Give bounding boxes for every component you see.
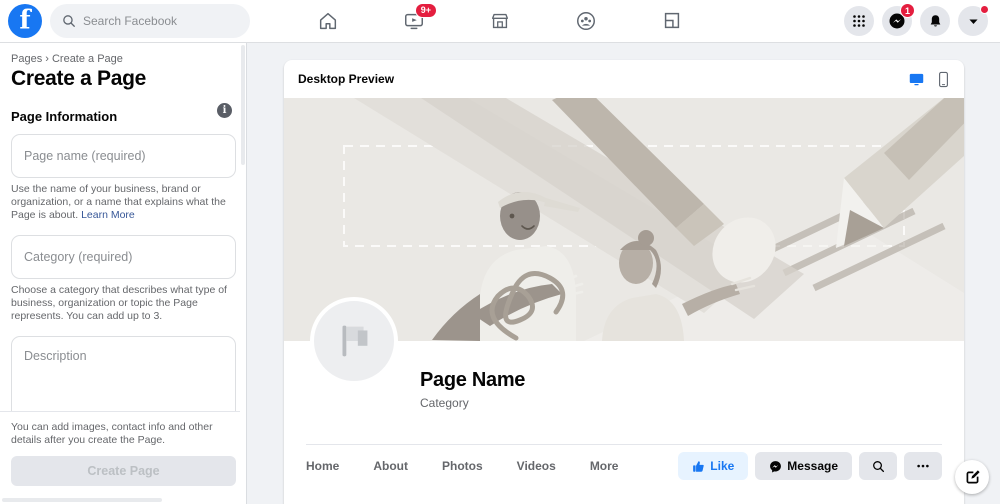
preview-page-category: Category	[420, 396, 469, 410]
cover-photo-placeholder[interactable]	[284, 98, 964, 341]
page-name-placeholder: Page name (required)	[24, 149, 146, 163]
desktop-preview-card: Desktop Preview Page Name Category Home …	[284, 60, 964, 504]
gaming-icon	[664, 12, 680, 29]
create-page-button[interactable]: Create Page	[11, 456, 236, 486]
search-input[interactable]: Search Facebook	[50, 4, 250, 38]
nav-watch[interactable]: 9+	[389, 1, 439, 41]
category-placeholder: Category (required)	[24, 250, 133, 264]
nav-groups[interactable]	[561, 1, 611, 41]
tab-videos[interactable]: Videos	[517, 459, 556, 473]
like-button-label: Like	[710, 459, 735, 473]
preview-page-name: Page Name	[420, 369, 526, 391]
category-input[interactable]: Category (required)	[11, 235, 236, 279]
facebook-create-page-screen: f Search Facebook 9+ 1 Pages › Create a …	[0, 0, 1000, 504]
menu-button[interactable]	[844, 6, 874, 36]
topbar-left: f Search Facebook	[0, 4, 250, 38]
preview-header: Desktop Preview	[284, 60, 964, 98]
notifications-button[interactable]	[920, 6, 950, 36]
grid-menu-icon	[853, 15, 865, 27]
message-button[interactable]: Message	[755, 452, 852, 480]
topbar-nav: 9+	[285, 0, 715, 43]
sidebar-horizontal-scroll-thumb[interactable]	[2, 498, 162, 502]
chevron-down-icon	[968, 18, 978, 24]
thumbs-up-icon	[693, 460, 705, 472]
compose-icon	[966, 469, 980, 483]
create-page-sidebar: Pages › Create a Page Create a Page Page…	[0, 43, 247, 504]
desktop-icon[interactable]	[908, 71, 925, 88]
search-placeholder: Search Facebook	[83, 14, 178, 28]
preview-area: Desktop Preview Page Name Category Home …	[247, 43, 1000, 504]
search-icon	[872, 460, 884, 472]
page-name-learn-more-link[interactable]: Learn More	[81, 209, 135, 221]
messenger-button[interactable]: 1	[882, 3, 915, 36]
store-icon	[491, 13, 509, 29]
facebook-logo[interactable]: f	[8, 4, 42, 38]
category-helper: Choose a category that describes what ty…	[11, 284, 239, 323]
preview-device-toggle	[908, 71, 950, 88]
nav-home[interactable]	[303, 1, 353, 41]
category-helper-text: Choose a category that describes what ty…	[11, 284, 227, 322]
info-icon[interactable]: i	[217, 103, 232, 118]
bell-icon	[930, 14, 940, 26]
compose-button[interactable]	[955, 460, 989, 494]
nav-marketplace[interactable]	[475, 1, 525, 41]
tab-more[interactable]: More	[590, 459, 619, 473]
sidebar-vertical-scroll-thumb[interactable]	[241, 45, 245, 165]
search-page-button[interactable]	[859, 452, 897, 480]
message-button-label: Message	[787, 459, 838, 473]
search-icon	[63, 15, 75, 27]
preview-title: Desktop Preview	[298, 72, 395, 86]
page-name-input[interactable]: Page name (required)	[11, 134, 236, 178]
flag-icon	[342, 325, 368, 357]
page-name-helper: Use the name of your business, brand or …	[11, 183, 239, 222]
tab-about[interactable]: About	[373, 459, 408, 473]
cover-illustration	[284, 98, 964, 341]
account-button[interactable]	[958, 5, 989, 36]
home-icon	[319, 12, 337, 30]
section-label-page-information: Page Information	[11, 109, 118, 124]
preview-action-buttons: Like Message	[678, 452, 942, 480]
more-options-button[interactable]	[904, 452, 942, 480]
mobile-icon[interactable]	[937, 71, 950, 88]
account-badge-dot	[980, 5, 989, 14]
page-title: Create a Page	[11, 67, 147, 90]
breadcrumb[interactable]: Pages › Create a Page	[11, 53, 229, 65]
messenger-icon	[770, 460, 782, 472]
messenger-badge: 1	[900, 3, 915, 18]
page-identity: Page Name Category	[284, 297, 964, 445]
ellipsis-icon	[917, 464, 929, 468]
page-identity-text: Page Name Category	[420, 369, 525, 410]
tab-home[interactable]: Home	[306, 459, 339, 473]
sidebar-vertical-scrollbar[interactable]	[240, 43, 246, 496]
sidebar-footer: You can add images, contact info and oth…	[0, 411, 240, 496]
footer-note: You can add images, contact info and oth…	[11, 421, 213, 446]
tab-photos[interactable]: Photos	[442, 459, 483, 473]
like-button[interactable]: Like	[678, 452, 749, 480]
avatar[interactable]	[310, 297, 398, 385]
facebook-logo-glyph: f	[19, 5, 31, 36]
sidebar-content: Pages › Create a Page Create a Page Page…	[0, 43, 240, 420]
nav-gaming[interactable]	[647, 1, 697, 41]
top-navigation-bar: f Search Facebook 9+ 1	[0, 0, 1000, 43]
watch-badge: 9+	[414, 3, 437, 18]
topbar-right: 1	[844, 3, 1000, 36]
description-placeholder: Description	[24, 349, 87, 363]
description-input[interactable]: Description	[11, 336, 236, 420]
groups-icon	[577, 12, 595, 30]
sidebar-horizontal-scrollbar[interactable]	[0, 496, 246, 504]
preview-tab-row: Home About Photos Videos More Like Messa…	[284, 445, 964, 487]
